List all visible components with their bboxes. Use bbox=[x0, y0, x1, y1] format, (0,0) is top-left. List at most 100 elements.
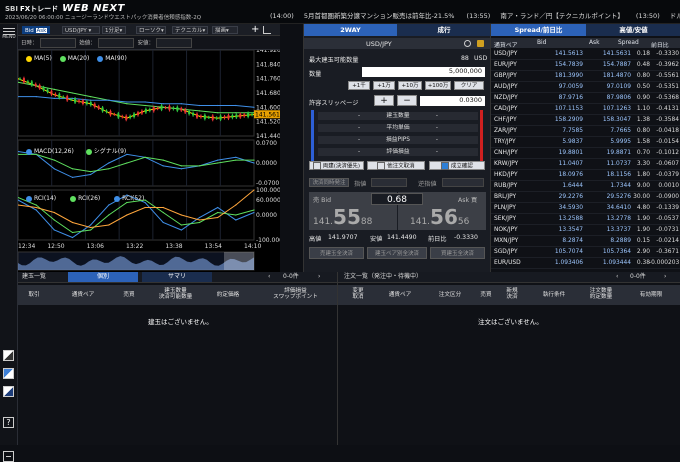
rate-bid[interactable]: 1.093406 bbox=[535, 260, 583, 266]
cancel-other-checkbox[interactable]: 他注文取消 bbox=[367, 161, 425, 170]
rate-row[interactable]: CHF/JPY 158.2909 158.3047 1.38 -0.3584 bbox=[491, 115, 680, 126]
gear-icon[interactable] bbox=[464, 40, 471, 47]
tab-2way[interactable]: 2WAY bbox=[304, 24, 397, 36]
slippage-input[interactable]: 0.0300 bbox=[420, 96, 485, 106]
slippage-minus-button[interactable]: − bbox=[397, 95, 417, 106]
col-order-pair[interactable]: 通貨ペア bbox=[380, 292, 420, 298]
hamburger-icon[interactable] bbox=[3, 27, 15, 35]
rate-bid[interactable]: 13.3547 bbox=[535, 227, 583, 233]
rate-ask[interactable]: 19.8871 bbox=[583, 150, 631, 156]
theme-dark-icon[interactable] bbox=[3, 386, 14, 397]
rate-bid[interactable]: 87.9716 bbox=[535, 95, 583, 101]
close-all-pair-button[interactable]: 建玉ペア別全決済 bbox=[367, 247, 427, 259]
limit-input[interactable] bbox=[371, 178, 407, 187]
rate-bid[interactable]: 154.7839 bbox=[535, 62, 583, 68]
rate-row[interactable]: TRY/JPY 5.9837 5.9995 1.58 -0.0154 bbox=[491, 137, 680, 148]
close-simultaneous-button[interactable]: 決済同時発注 bbox=[309, 178, 349, 187]
close-all-sell-button[interactable]: 売建玉全決済 bbox=[309, 247, 364, 259]
col-trade[interactable]: 取引 bbox=[20, 292, 48, 298]
rate-row[interactable]: EUR/JPY 154.7839 154.7887 0.48 -0.3962 bbox=[491, 60, 680, 71]
rate-ask[interactable]: 141.5631 bbox=[583, 51, 631, 57]
col-order-side[interactable]: 売買 bbox=[476, 292, 496, 298]
chart-pair-select[interactable]: USD/JPY ▾ bbox=[62, 26, 100, 34]
add-10k-button[interactable]: +1万 bbox=[373, 81, 395, 90]
rate-row[interactable]: PLN/JPY 34.5930 34.6410 4.80 -0.1339 bbox=[491, 203, 680, 214]
qty-input[interactable]: 5,000,000 bbox=[362, 67, 485, 77]
rate-row[interactable]: GBP/JPY 181.3990 181.4870 0.80 -0.5561 bbox=[491, 71, 680, 82]
col-qty[interactable]: 建玉数量 決済可能数量 bbox=[148, 288, 203, 300]
order-pair[interactable]: USD/JPY bbox=[366, 40, 392, 48]
col-order-type[interactable]: 注文区分 bbox=[432, 292, 468, 298]
chart-area[interactable]: 141.9200141.8400141.7600141.6800141.6000… bbox=[18, 50, 280, 272]
menu-label[interactable]: MENU bbox=[0, 35, 18, 40]
clear-button[interactable]: クリア bbox=[454, 81, 484, 90]
tab-individual[interactable]: 個別 bbox=[68, 272, 138, 282]
rate-row[interactable]: HKD/JPY 18.0976 18.1156 1.80 -0.0379 bbox=[491, 170, 680, 181]
layout-icon[interactable] bbox=[3, 350, 14, 361]
rate-row[interactable]: MXN/JPY 8.2874 8.2889 0.15 -0.0214 bbox=[491, 236, 680, 247]
theme-icon[interactable] bbox=[3, 368, 14, 379]
col-pair[interactable]: 通貨ペア bbox=[58, 292, 108, 298]
chevron-right-icon[interactable]: › bbox=[664, 272, 666, 282]
chart-interval-select[interactable]: 1分足▾ bbox=[102, 26, 126, 34]
rate-bid[interactable]: 107.1153 bbox=[535, 106, 583, 112]
col-expiry[interactable]: 有効期限 bbox=[628, 292, 674, 298]
stop-input[interactable] bbox=[442, 178, 484, 187]
rate-row[interactable]: BRL/JPY 29.2276 29.5276 30.00 -0.0900 bbox=[491, 192, 680, 203]
rate-ask[interactable]: 181.4870 bbox=[583, 73, 631, 79]
rate-row[interactable]: USD/JPY 141.5613 141.5631 0.18 -0.3330 bbox=[491, 49, 680, 60]
logout-icon[interactable] bbox=[3, 451, 14, 462]
chart-settings-icon[interactable] bbox=[263, 26, 271, 34]
slippage-plus-button[interactable]: + bbox=[374, 95, 394, 106]
rate-row[interactable]: AUD/JPY 97.0059 97.0109 0.50 -0.5351 bbox=[491, 82, 680, 93]
rate-row[interactable]: SEK/JPY 13.2588 13.2778 1.90 -0.0537 bbox=[491, 214, 680, 225]
bid-ask-toggle[interactable]: Bid Ask bbox=[22, 26, 50, 34]
rate-ask[interactable]: 154.7887 bbox=[583, 62, 631, 68]
chart-type-select[interactable]: ローソク▾ bbox=[136, 26, 166, 34]
rate-ask[interactable]: 158.3047 bbox=[583, 117, 631, 123]
crosshair-icon[interactable]: + bbox=[251, 24, 261, 36]
rate-row[interactable]: NOK/JPY 13.3547 13.3737 1.90 -0.0731 bbox=[491, 225, 680, 236]
rate-bid[interactable]: 181.3990 bbox=[535, 73, 583, 79]
rate-bid[interactable]: 1.6444 bbox=[535, 183, 583, 189]
news-headline[interactable]: 2023/06/20 06:00:00 ニュージーランドウエストパック消費者信頼… bbox=[5, 13, 265, 21]
col-new-close[interactable]: 新規 決済 bbox=[502, 288, 522, 300]
add-100k-button[interactable]: +10万 bbox=[398, 81, 422, 90]
tab-summary[interactable]: サマリ bbox=[142, 272, 212, 282]
rate-bid[interactable]: 5.9837 bbox=[535, 139, 583, 145]
col-price[interactable]: 約定価格 bbox=[208, 292, 248, 298]
confirm-checkbox[interactable]: 成立確認 bbox=[429, 161, 485, 170]
positions-title[interactable]: 建玉一覧 bbox=[22, 272, 46, 282]
ticker-text[interactable]: 5月首都圏新築分譲マンション販売は前年比-21.5% bbox=[304, 12, 455, 20]
rate-row[interactable]: CNH/JPY 19.8801 19.8871 0.70 -0.1012 bbox=[491, 148, 680, 159]
news-ticker[interactable]: (14:00) 5月首都圏新築分譲マンション販売は前年比-21.5% (13:55… bbox=[270, 10, 680, 20]
bid-tab[interactable]: Bid bbox=[25, 28, 34, 33]
rate-bid[interactable]: 18.0976 bbox=[535, 172, 583, 178]
rate-bid[interactable]: 13.2588 bbox=[535, 216, 583, 222]
rate-bid[interactable]: 141.5613 bbox=[535, 51, 583, 57]
rate-row[interactable]: RUB/JPY 1.6444 1.7344 9.00 0.0010 bbox=[491, 181, 680, 192]
rate-ask[interactable]: 11.0737 bbox=[583, 161, 631, 167]
add-1m-button[interactable]: +100万 bbox=[425, 81, 451, 90]
col-change[interactable]: 変更 取消 bbox=[348, 288, 368, 300]
rate-ask[interactable]: 5.9995 bbox=[583, 139, 631, 145]
orders-title[interactable]: 注文一覧（発注中・待機中） bbox=[344, 272, 422, 282]
rate-bid[interactable]: 29.2276 bbox=[535, 194, 583, 200]
rate-row[interactable]: CAD/JPY 107.1153 107.1263 1.10 -0.4131 bbox=[491, 104, 680, 115]
rate-ask[interactable]: 7.7665 bbox=[583, 128, 631, 134]
col-side[interactable]: 売買 bbox=[116, 292, 142, 298]
rate-ask[interactable]: 13.3737 bbox=[583, 227, 631, 233]
rate-bid[interactable]: 34.5930 bbox=[535, 205, 583, 211]
ask-tab[interactable]: Ask bbox=[35, 28, 48, 33]
tab-spread[interactable]: Spread/前日比 bbox=[491, 24, 586, 36]
technical-select[interactable]: テクニカル▾ bbox=[172, 26, 208, 34]
chevron-left-icon[interactable]: ‹ bbox=[616, 272, 618, 282]
rate-ask[interactable]: 1.093444 bbox=[583, 260, 631, 266]
rate-bid[interactable]: 158.2909 bbox=[535, 117, 583, 123]
rate-row[interactable]: NZD/JPY 87.9716 87.9806 0.90 -0.5368 bbox=[491, 93, 680, 104]
col-order-qty[interactable]: 注文数量 約定数量 bbox=[584, 288, 618, 300]
rate-ask[interactable]: 8.2889 bbox=[583, 238, 631, 244]
rate-bid[interactable]: 11.0407 bbox=[535, 161, 583, 167]
rate-row[interactable]: KRW/JPY 11.0407 11.0737 3.30 -0.0607 bbox=[491, 159, 680, 170]
rate-row[interactable]: ZAR/JPY 7.7585 7.7665 0.80 -0.0418 bbox=[491, 126, 680, 137]
